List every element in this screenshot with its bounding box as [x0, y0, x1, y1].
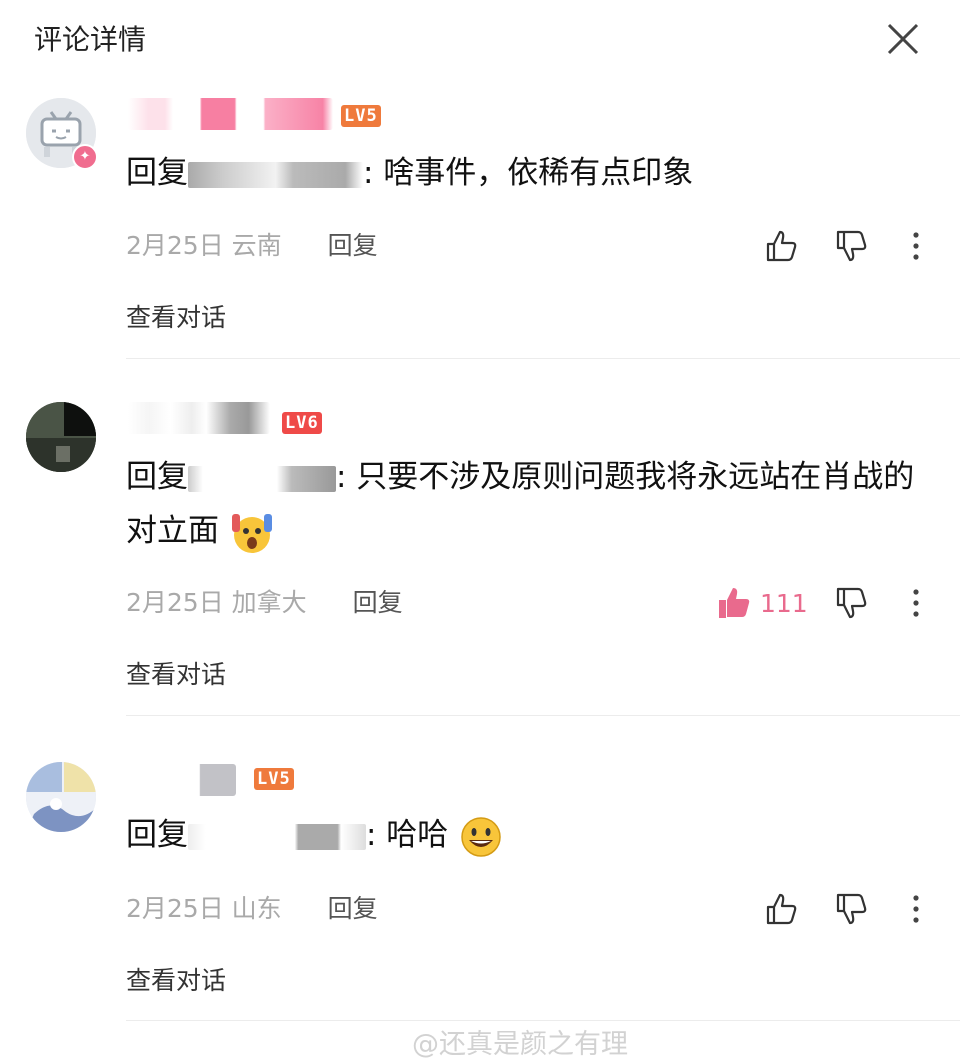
more-button[interactable] [904, 887, 928, 931]
thumbs-up-icon [766, 893, 797, 925]
thumbs-down-icon [836, 587, 867, 619]
dislike-button[interactable] [834, 224, 870, 268]
view-conversation-link[interactable]: 查看对话 [126, 298, 226, 334]
comment-meta: 2月25日 加拿大 回复 [126, 583, 403, 623]
comment-meta: 2月25日 云南 回复 [126, 226, 378, 266]
comment-date: 2月25日 [126, 231, 224, 260]
like-count: 111 [760, 588, 808, 618]
shocked-emoji-icon [231, 513, 272, 553]
like-button[interactable] [764, 887, 800, 931]
comment-date: 2月25日 [126, 894, 224, 923]
mention-blur[interactable] [188, 465, 336, 492]
mention-blur[interactable] [188, 161, 363, 188]
comment-body: : 啥事件，依稀有点印象 [363, 155, 694, 191]
level-badge: LV5 [254, 768, 294, 790]
avatar[interactable] [26, 762, 96, 832]
thumbs-up-icon [766, 230, 797, 262]
more-vertical-icon [913, 589, 919, 617]
like-button[interactable] [764, 224, 800, 268]
thumbs-up-filled-icon [719, 588, 750, 618]
comment-meta: 2月25日 山东 回复 [126, 889, 378, 929]
comment-body: : 哈哈 [366, 817, 449, 853]
username-blur[interactable] [128, 764, 236, 796]
close-button[interactable] [878, 14, 928, 64]
mention-blur[interactable] [188, 823, 366, 850]
reply-button[interactable]: 回复 [328, 231, 378, 260]
more-button[interactable] [904, 224, 928, 268]
avatar-image [26, 762, 96, 832]
comment-text: 回复: 只要不涉及原则问题我将永远站在肖战的对立面 [126, 450, 920, 558]
reply-prefix: 回复 [126, 155, 188, 191]
level-badge: LV6 [282, 412, 322, 434]
dislike-button[interactable] [834, 887, 870, 931]
reply-prefix: 回复 [126, 817, 188, 853]
thumbs-down-icon [836, 893, 867, 925]
divider [126, 715, 960, 716]
view-conversation-link[interactable]: 查看对话 [126, 655, 226, 691]
reply-button[interactable]: 回复 [353, 588, 403, 617]
avatar-image [26, 402, 96, 472]
username-blur[interactable] [128, 98, 333, 130]
comment-date: 2月25日 [126, 588, 224, 617]
more-vertical-icon [913, 232, 919, 260]
page-title: 评论详情 [34, 23, 147, 56]
comment-location: 云南 [231, 231, 282, 260]
more-button[interactable] [904, 581, 928, 625]
more-vertical-icon [913, 895, 919, 923]
reply-button[interactable]: 回复 [328, 894, 378, 923]
smile-emoji-icon [461, 816, 501, 857]
comment-location: 山东 [231, 894, 282, 923]
comment-text: 回复 : 啥事件，依稀有点印象 [126, 146, 920, 200]
thumbs-down-icon [836, 230, 867, 262]
like-button[interactable]: 111 [716, 581, 808, 625]
header: 评论详情 [0, 0, 960, 80]
comment-text: 回复 : 哈哈 [126, 808, 920, 862]
close-icon [887, 23, 919, 55]
dislike-button[interactable] [834, 581, 870, 625]
level-badge: LV5 [341, 105, 381, 127]
view-conversation-link[interactable]: 查看对话 [126, 961, 226, 997]
reply-prefix: 回复 [126, 459, 188, 495]
divider [126, 1020, 960, 1021]
watermark: @还真是颜之有理 [412, 1029, 628, 1060]
vip-badge: ✦ [72, 144, 98, 170]
comment-location: 加拿大 [231, 588, 307, 617]
avatar[interactable] [26, 402, 96, 472]
username-blur[interactable] [128, 402, 270, 434]
divider [126, 358, 960, 359]
